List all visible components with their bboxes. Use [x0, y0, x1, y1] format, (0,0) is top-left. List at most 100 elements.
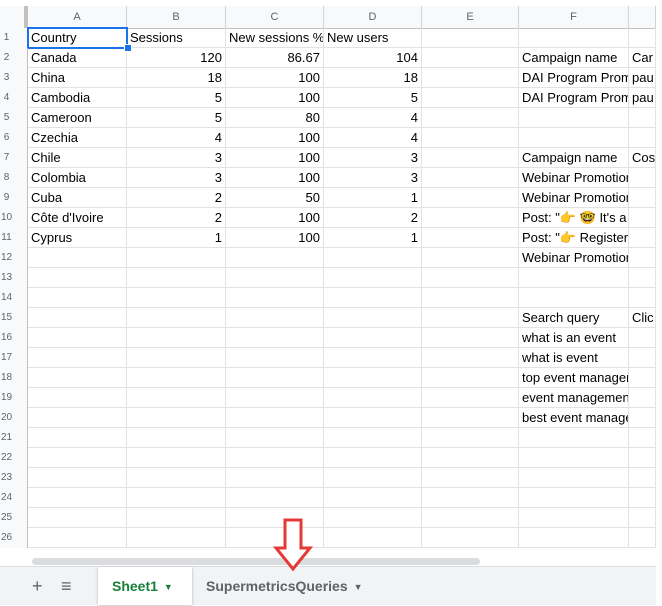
cell-d11[interactable]: 1 — [324, 228, 422, 248]
row-header[interactable]: 24 — [0, 488, 28, 508]
row-header[interactable]: 8 — [0, 168, 28, 188]
select-all-corner[interactable] — [0, 6, 28, 28]
cell-d3[interactable]: 18 — [324, 68, 422, 88]
cell-b14[interactable] — [127, 288, 226, 308]
cell-f21[interactable] — [519, 428, 629, 448]
cell-d2[interactable]: 104 — [324, 48, 422, 68]
cell-a3[interactable]: China — [28, 68, 127, 88]
cell-a13[interactable] — [28, 268, 127, 288]
cell-c11[interactable]: 100 — [226, 228, 324, 248]
cell-a8[interactable]: Colombia — [28, 168, 127, 188]
cell-d18[interactable] — [324, 368, 422, 388]
cell-b24[interactable] — [127, 488, 226, 508]
all-sheets-list-icon[interactable]: ≡ — [61, 567, 72, 605]
cell-a11[interactable]: Cyprus — [28, 228, 127, 248]
cell-a7[interactable]: Chile — [28, 148, 127, 168]
cell-b6[interactable]: 4 — [127, 128, 226, 148]
row-header[interactable]: 25 — [0, 508, 28, 528]
cell-e15[interactable] — [422, 308, 519, 328]
cell-f7[interactable]: Campaign name — [519, 148, 629, 168]
row-header[interactable]: 11 — [0, 228, 28, 248]
cell-d4[interactable]: 5 — [324, 88, 422, 108]
spreadsheet-grid[interactable]: A B C D E F 1 Country Sessions New sessions… — [0, 0, 656, 558]
column-header-e[interactable]: E — [422, 6, 519, 28]
cell-b11[interactable]: 1 — [127, 228, 226, 248]
cell-g3[interactable]: pau — [629, 68, 656, 88]
cell-b7[interactable]: 3 — [127, 148, 226, 168]
cell-e26[interactable] — [422, 528, 519, 548]
column-header-f[interactable]: F — [519, 6, 629, 28]
cell-c3[interactable]: 100 — [226, 68, 324, 88]
cell-c12[interactable] — [226, 248, 324, 268]
cell-g23[interactable] — [629, 468, 656, 488]
cell-b5[interactable]: 5 — [127, 108, 226, 128]
cell-f17[interactable]: what is event — [519, 348, 629, 368]
cell-f1[interactable] — [519, 28, 629, 48]
cell-e22[interactable] — [422, 448, 519, 468]
cell-f9[interactable]: Webinar Promotion — [519, 188, 629, 208]
cell-b9[interactable]: 2 — [127, 188, 226, 208]
column-header-c[interactable]: C — [226, 6, 324, 28]
row-header[interactable]: 15 — [0, 308, 28, 328]
cell-e18[interactable] — [422, 368, 519, 388]
cell-f6[interactable] — [519, 128, 629, 148]
cell-e7[interactable] — [422, 148, 519, 168]
cell-g25[interactable] — [629, 508, 656, 528]
cell-c20[interactable] — [226, 408, 324, 428]
cell-g8[interactable] — [629, 168, 656, 188]
cell-g2[interactable]: Car — [629, 48, 656, 68]
cell-d5[interactable]: 4 — [324, 108, 422, 128]
cell-b13[interactable] — [127, 268, 226, 288]
cell-f15[interactable]: Search query — [519, 308, 629, 328]
row-header[interactable]: 1 — [0, 28, 28, 48]
cell-f8[interactable]: Webinar Promotion — [519, 168, 629, 188]
cell-g9[interactable] — [629, 188, 656, 208]
cell-f19[interactable]: event management — [519, 388, 629, 408]
row-header[interactable]: 2 — [0, 48, 28, 68]
cell-b22[interactable] — [127, 448, 226, 468]
cell-b4[interactable]: 5 — [127, 88, 226, 108]
row-header[interactable]: 12 — [0, 248, 28, 268]
cell-f16[interactable]: what is an event — [519, 328, 629, 348]
cell-d14[interactable] — [324, 288, 422, 308]
cell-b1[interactable]: Sessions — [127, 28, 226, 48]
cell-d17[interactable] — [324, 348, 422, 368]
cell-d6[interactable]: 4 — [324, 128, 422, 148]
cell-f3[interactable]: DAI Program Prom — [519, 68, 629, 88]
cell-g13[interactable] — [629, 268, 656, 288]
cell-f5[interactable] — [519, 108, 629, 128]
cell-g21[interactable] — [629, 428, 656, 448]
row-header[interactable]: 14 — [0, 288, 28, 308]
cell-e10[interactable] — [422, 208, 519, 228]
cell-d13[interactable] — [324, 268, 422, 288]
cell-b20[interactable] — [127, 408, 226, 428]
cell-b17[interactable] — [127, 348, 226, 368]
cell-e16[interactable] — [422, 328, 519, 348]
row-header[interactable]: 7 — [0, 148, 28, 168]
row-header[interactable]: 23 — [0, 468, 28, 488]
cell-a25[interactable] — [28, 508, 127, 528]
cell-b15[interactable] — [127, 308, 226, 328]
cell-c21[interactable] — [226, 428, 324, 448]
cell-c19[interactable] — [226, 388, 324, 408]
cell-e5[interactable] — [422, 108, 519, 128]
cell-g1[interactable] — [629, 28, 656, 48]
row-header[interactable]: 17 — [0, 348, 28, 368]
cell-b25[interactable] — [127, 508, 226, 528]
cell-d12[interactable] — [324, 248, 422, 268]
cell-a5[interactable]: Cameroon — [28, 108, 127, 128]
cell-b16[interactable] — [127, 328, 226, 348]
cell-d8[interactable]: 3 — [324, 168, 422, 188]
cell-c6[interactable]: 100 — [226, 128, 324, 148]
cell-e11[interactable] — [422, 228, 519, 248]
cell-e21[interactable] — [422, 428, 519, 448]
row-header[interactable]: 19 — [0, 388, 28, 408]
cell-a12[interactable] — [28, 248, 127, 268]
cell-f2[interactable]: Campaign name — [519, 48, 629, 68]
cell-a6[interactable]: Czechia — [28, 128, 127, 148]
cell-d21[interactable] — [324, 428, 422, 448]
cell-d15[interactable] — [324, 308, 422, 328]
cell-e25[interactable] — [422, 508, 519, 528]
cell-g14[interactable] — [629, 288, 656, 308]
cell-a10[interactable]: Côte d'Ivoire — [28, 208, 127, 228]
